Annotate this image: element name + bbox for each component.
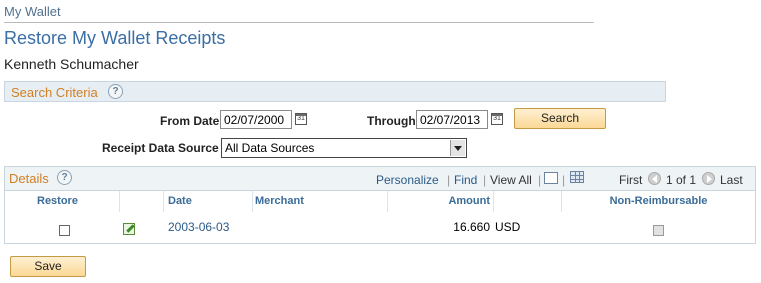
zoom-icon[interactable] [544, 172, 558, 184]
view-all-link[interactable]: View All [490, 173, 532, 187]
receipt-data-source-label: Receipt Data Source [102, 141, 219, 155]
find-link[interactable]: Find [454, 173, 477, 187]
grid-icon[interactable] [570, 171, 584, 183]
help-icon[interactable]: ? [108, 84, 123, 99]
save-button[interactable]: Save [10, 256, 86, 277]
details-grid: Details ? Personalize | Find | View All … [4, 166, 756, 244]
through-label: Through [367, 114, 416, 128]
help-icon[interactable]: ? [57, 170, 72, 185]
dropdown-arrow-icon[interactable] [450, 140, 465, 156]
breadcrumb-divider [4, 22, 594, 23]
table-row: 2003-06-03 16.660 USD [5, 212, 755, 243]
column-header-date: Date [168, 195, 192, 207]
first-link: First [619, 173, 643, 187]
column-header-amount: Amount [448, 195, 490, 207]
toolbar-separator: | [447, 173, 451, 187]
previous-icon[interactable] [648, 172, 661, 185]
last-link: Last [720, 173, 743, 187]
from-date-input[interactable] [220, 110, 292, 129]
details-grid-toolbar: Details ? Personalize | Find | View All … [5, 167, 755, 191]
column-header-non-reimbursable: Non-Reimbursable [609, 195, 708, 207]
receipt-amount: 16.660 [453, 220, 490, 234]
personalize-link[interactable]: Personalize [376, 173, 439, 187]
page-title: Restore My Wallet Receipts [4, 28, 226, 48]
calendar-icon[interactable]: 31 [491, 113, 503, 125]
column-header-merchant: Merchant [255, 195, 304, 207]
toolbar-separator: | [538, 173, 542, 187]
toolbar-separator: | [483, 173, 487, 187]
search-button[interactable]: Search [514, 108, 606, 129]
breadcrumb[interactable]: My Wallet [4, 4, 61, 19]
column-header-restore: Restore [37, 195, 78, 207]
search-criteria-header: Search Criteria ? [4, 81, 666, 102]
receipt-currency: USD [495, 220, 521, 234]
details-grid-header: Restore Date Merchant Amount Non-Reimbur… [5, 191, 755, 213]
row-range: 1 of 1 [666, 173, 697, 187]
through-date-input[interactable] [416, 110, 488, 129]
restore-checkbox[interactable] [59, 225, 70, 236]
details-title: Details [9, 171, 49, 186]
receipt-data-source-value: All Data Sources [225, 141, 315, 155]
calendar-icon[interactable]: 31 [295, 113, 307, 125]
toolbar-separator: | [562, 173, 566, 187]
from-date-label: From Date [160, 114, 220, 128]
search-criteria-title: Search Criteria [11, 85, 98, 100]
user-name: Kenneth Schumacher [4, 56, 139, 72]
next-icon[interactable] [702, 172, 715, 185]
receipt-data-source-select[interactable]: All Data Sources [221, 138, 467, 158]
edit-icon[interactable] [123, 223, 135, 235]
receipt-date-link[interactable]: 2003-06-03 [168, 212, 229, 243]
non-reimbursable-checkbox [653, 225, 664, 236]
